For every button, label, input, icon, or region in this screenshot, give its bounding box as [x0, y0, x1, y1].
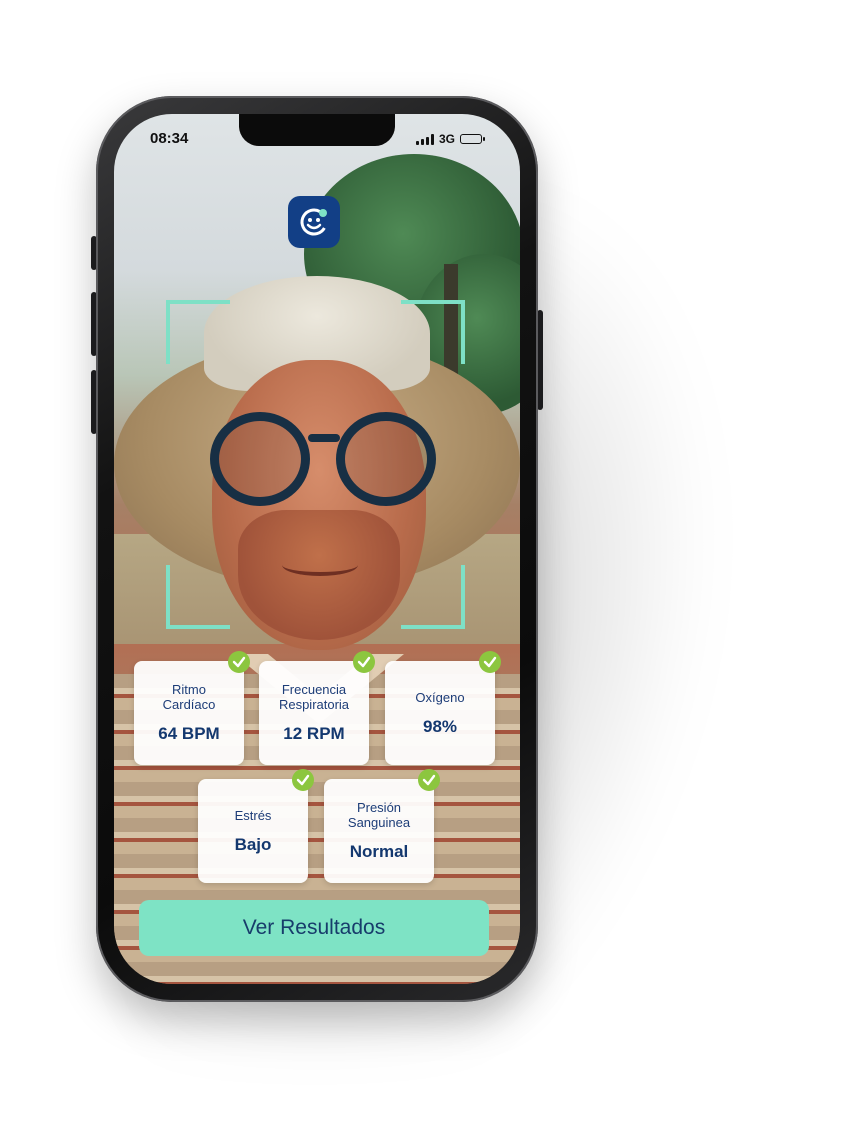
check-icon — [479, 651, 501, 673]
metric-card-heart-rate: Ritmo Cardíaco 64 BPM — [134, 651, 250, 765]
glasses-bridge — [308, 434, 340, 442]
metric-value: 12 RPM — [283, 724, 345, 743]
scan-frame-corner — [166, 300, 230, 364]
metric-card-oxygen: Oxígeno 98% — [385, 651, 501, 765]
battery-icon — [460, 134, 485, 144]
scan-frame-corner — [401, 300, 465, 364]
check-icon — [292, 769, 314, 791]
metric-card-respiratory-rate: Frecuencia Respiratoria 12 RPM — [259, 651, 375, 765]
metric-label: Frecuencia Respiratoria — [278, 682, 350, 712]
metric-label: Oxígeno — [415, 689, 465, 705]
check-icon — [353, 651, 375, 673]
view-results-button[interactable]: Ver Resultados — [139, 900, 489, 956]
check-icon — [228, 651, 250, 673]
glasses-right-lens — [336, 412, 436, 506]
metric-value: 64 BPM — [158, 724, 220, 743]
metric-value: 98% — [422, 716, 458, 736]
metric-label: Estrés — [234, 807, 272, 823]
network-type: 3G — [438, 132, 455, 146]
glasses-left-lens — [210, 412, 310, 506]
metric-value: Bajo — [234, 834, 272, 854]
metric-value: Normal — [349, 842, 409, 861]
metric-card-stress: Estrés Bajo — [198, 769, 314, 883]
face-scan-logo-icon — [288, 196, 340, 248]
scan-frame-corner — [401, 565, 465, 629]
status-indicators: 3G — [415, 132, 485, 146]
device-mockup: 08:34 3G Ritmo Cardíaco 64 BPM Frecuenci… — [0, 0, 858, 1125]
check-icon — [418, 769, 440, 791]
metric-card-blood-pressure: Presión Sanguinea Normal — [324, 769, 440, 883]
scan-frame-corner — [166, 565, 230, 629]
user-smile — [282, 554, 358, 576]
app-screen: 08:34 3G Ritmo Cardíaco 64 BPM Frecuenci… — [114, 114, 520, 984]
signal-icon — [415, 133, 434, 145]
metric-label: Ritmo Cardíaco — [162, 682, 216, 712]
camera-notch — [239, 114, 395, 146]
status-time: 08:34 — [150, 130, 189, 147]
metric-label: Presión Sanguinea — [347, 800, 411, 830]
